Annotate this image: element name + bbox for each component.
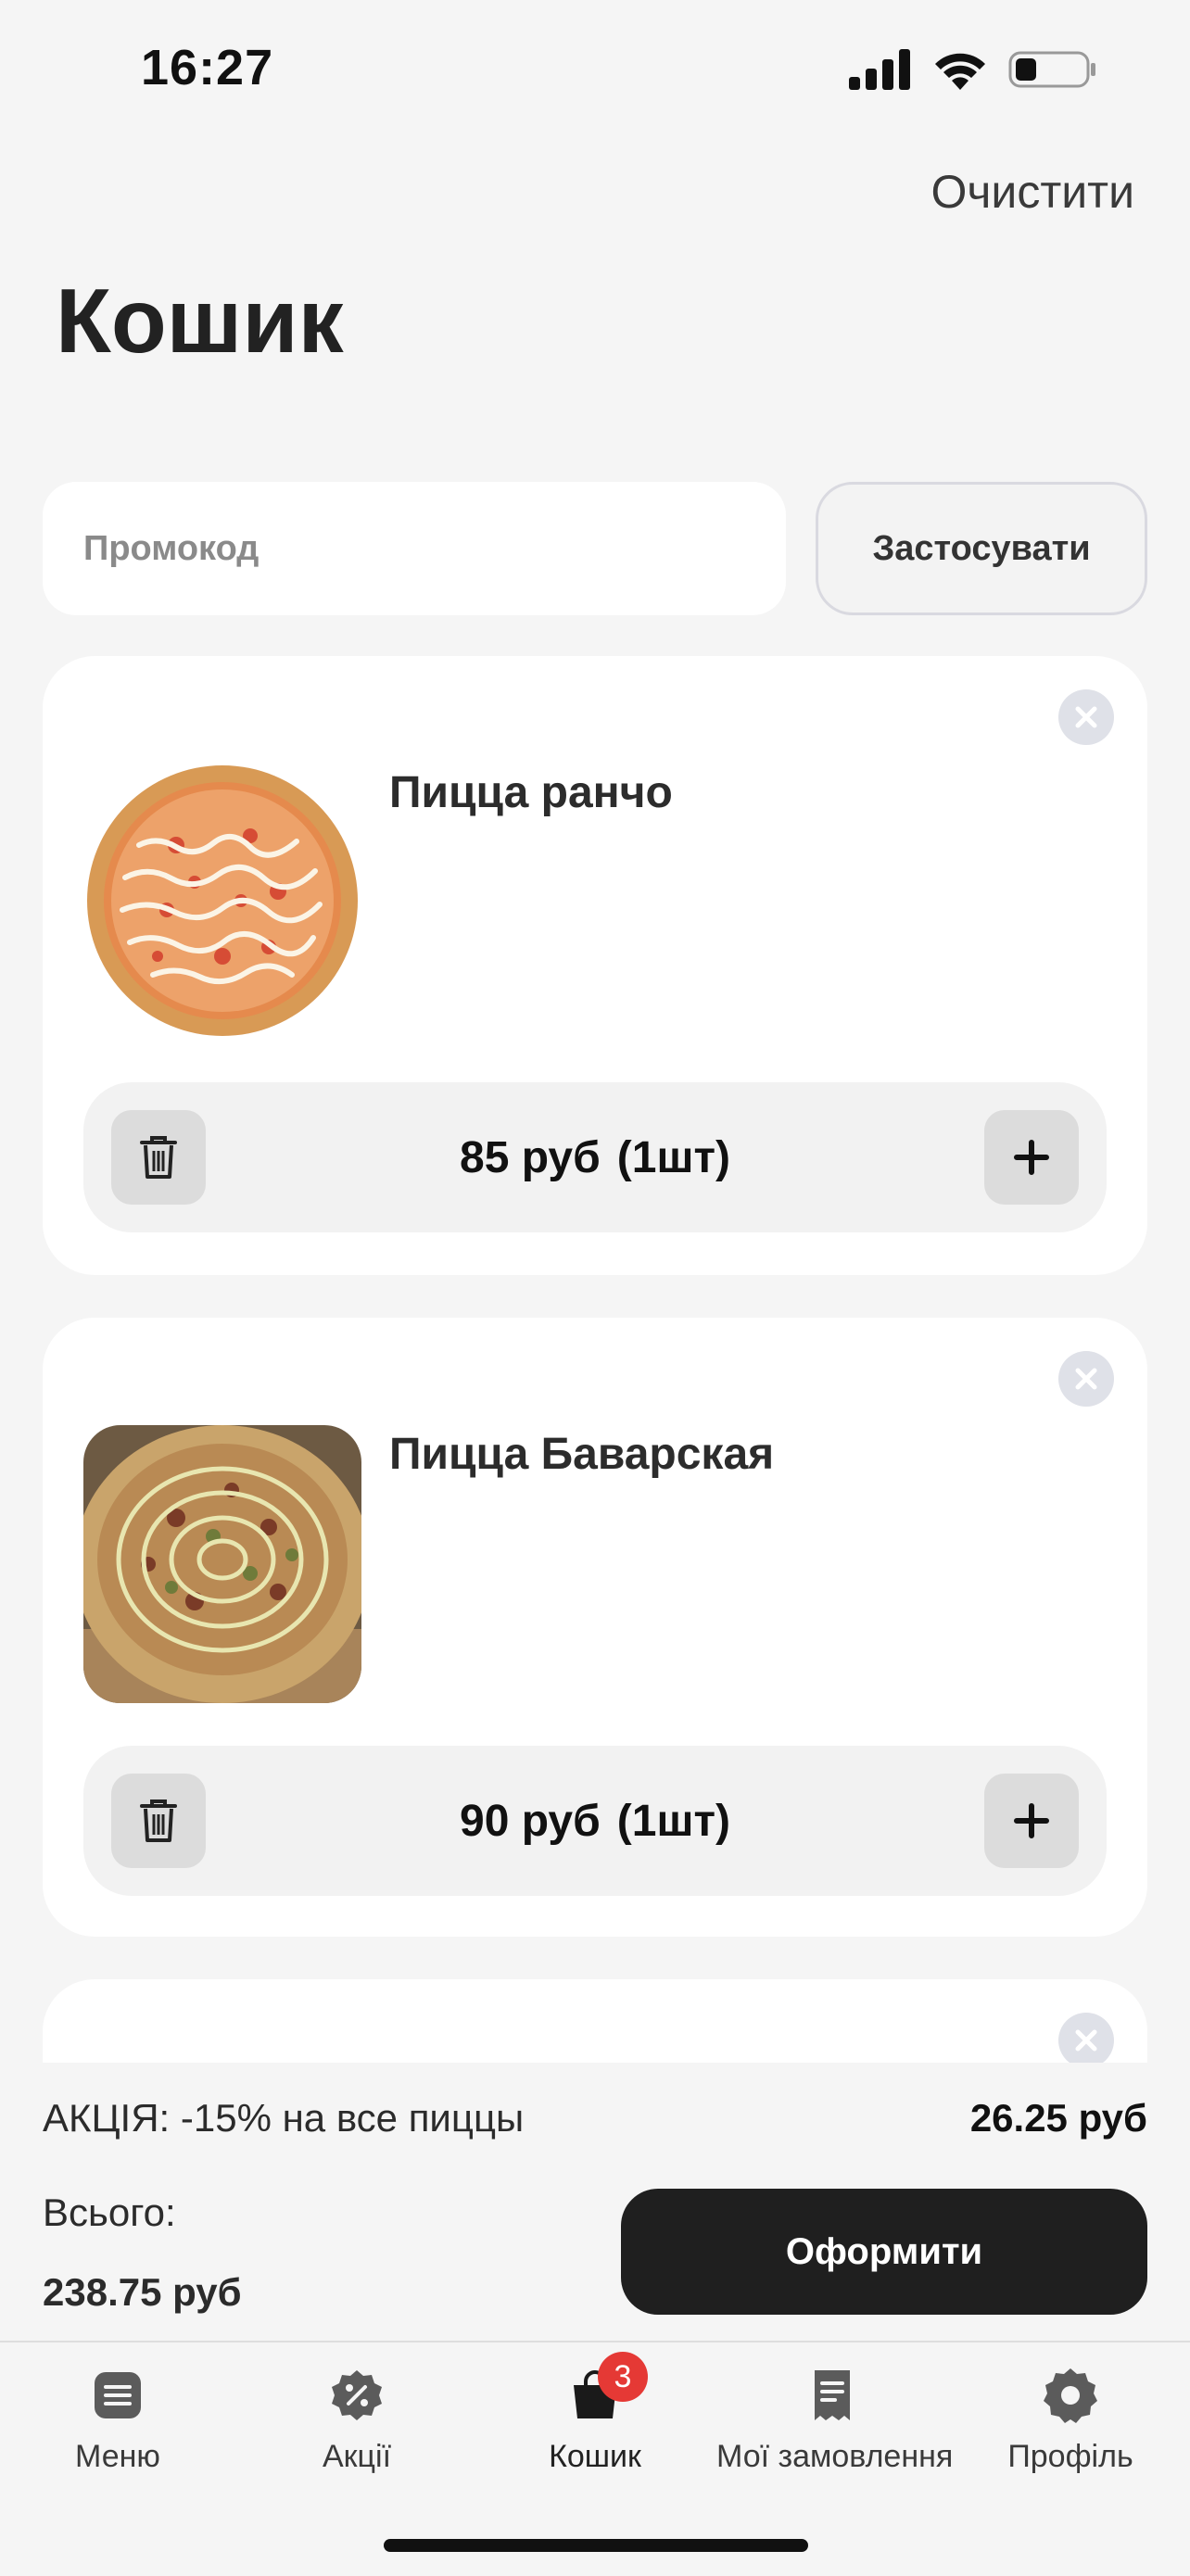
item-image [83,762,361,1040]
close-icon [1075,2029,1097,2052]
tab-discounts[interactable]: Акції [241,2367,473,2475]
promo-discount-label: АКЦІЯ: -15% на все пиццы [43,2096,525,2140]
increase-quantity-button[interactable] [984,1774,1079,1868]
battery-icon [1008,51,1095,88]
tab-label: Мої замовлення [716,2439,954,2474]
tab-profile[interactable]: Профіль [955,2367,1186,2475]
close-icon [1075,706,1097,728]
tab-label: Профіль [1007,2439,1133,2474]
plus-icon [1014,1803,1049,1838]
apply-promo-button[interactable]: Застосувати [816,482,1147,615]
checkout-button[interactable]: Оформити [621,2189,1147,2315]
delete-item-button[interactable] [111,1110,206,1205]
item-name: Пицца Баварская [389,1430,775,1479]
remove-item-button[interactable] [1058,2013,1114,2068]
discount-icon [328,2367,386,2424]
cart-item-card: Пицца Баварская 90 руб (1шт) [43,1318,1147,1937]
home-indicator[interactable] [384,2539,808,2552]
signal-icon [849,49,910,90]
quantity-control: 90 руб (1шт) [83,1746,1107,1896]
remove-item-button[interactable] [1058,1351,1114,1407]
item-quantity: (1шт) [616,1132,730,1182]
item-price-value: 85 руб [460,1132,601,1182]
close-icon [1075,1368,1097,1390]
cart-item-card: Пицца ранчо 85 руб (1шт) [43,656,1147,1275]
item-price: 90 руб (1шт) [83,1746,1107,1896]
promo-code-input[interactable] [43,482,786,615]
item-quantity: (1шт) [616,1796,730,1846]
tab-label: Акції [322,2439,392,2474]
cart-icon: 3 [566,2352,648,2424]
status-time: 16:27 [141,40,274,95]
total-label: Всього: [43,2191,176,2234]
tab-label: Меню [75,2439,160,2474]
profile-icon [1042,2367,1099,2424]
trash-icon [140,1799,177,1842]
cart-badge: 3 [598,2352,648,2402]
delete-item-button[interactable] [111,1774,206,1868]
plus-icon [1014,1140,1049,1175]
promo-discount-amount: 26.25 руб [969,2096,1147,2140]
page-title: Кошик [56,270,344,372]
item-name: Пицца ранчо [389,768,673,817]
increase-quantity-button[interactable] [984,1110,1079,1205]
clear-cart-button[interactable]: Очистити [930,165,1134,219]
wifi-icon [935,53,985,90]
menu-icon [89,2367,146,2424]
trash-icon [140,1136,177,1179]
tab-label: Кошик [549,2439,641,2474]
status-icons [849,46,1097,93]
item-price: 85 руб (1шт) [83,1082,1107,1232]
tab-my-orders[interactable]: Мої замовлення [716,2367,954,2475]
remove-item-button[interactable] [1058,689,1114,745]
tab-menu[interactable]: Меню [2,2367,234,2475]
total-amount: 238.75 руб [43,2270,242,2314]
tab-cart[interactable]: 3 Кошик [479,2352,711,2475]
quantity-control: 85 руб (1шт) [83,1082,1107,1232]
item-price-value: 90 руб [460,1796,601,1846]
item-image [83,1425,361,1703]
receipt-icon [804,2367,861,2424]
